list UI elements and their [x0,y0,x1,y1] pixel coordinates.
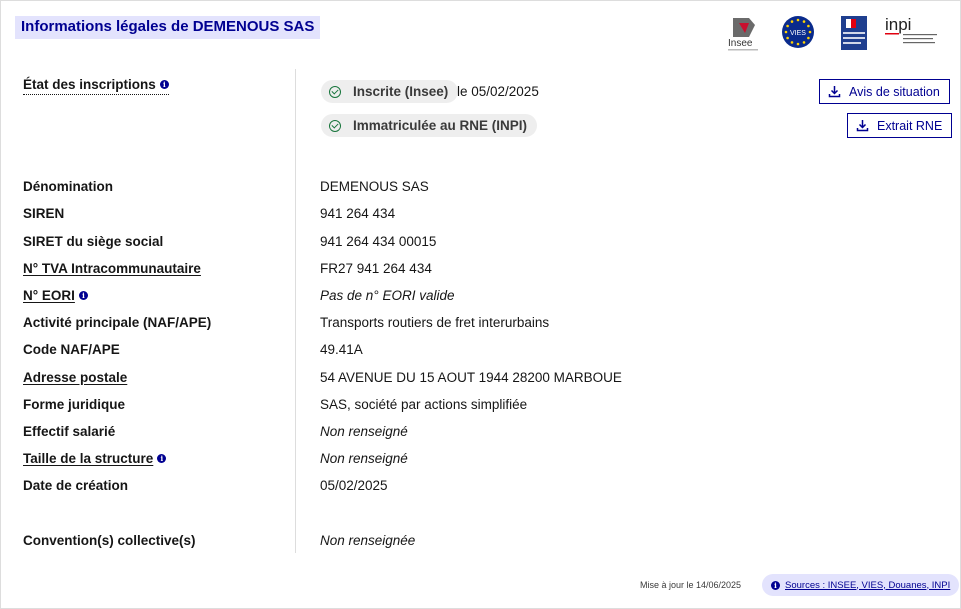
extrait-rne-label: Extrait RNE [877,118,943,133]
inpi-logo: inpi [885,15,939,49]
rne-status-badge: Immatriculée au RNE (INPI) [321,114,538,137]
download-icon [856,120,869,132]
insee-logo: Insee [727,15,761,53]
value-adresse: 54 AVENUE DU 15 AOUT 1944 28200 MARBOUE [320,370,622,385]
value-activite: Transports routiers de fret interurbains [320,315,550,330]
label-convention: Convention(s) collective(s) [23,533,196,548]
avis-situation-button[interactable]: Avis de situation [819,79,950,104]
info-icon[interactable]: i [157,454,167,463]
value-denomination: DEMENOUS SAS [320,179,429,194]
insee-status-badge: Inscrite (Insee) [321,80,459,103]
value-siren: 941 264 434 [320,206,396,221]
label-code-naf: Code NAF/APE [23,342,120,357]
info-icon[interactable]: i [78,291,88,300]
insee-logo-text: Insee [728,38,753,49]
label-effectif: Effectif salarié [23,424,116,439]
value-forme-juridique: SAS, société par actions simplifiée [320,397,528,412]
rne-status-label: Immatriculée au RNE (INPI) [353,118,528,133]
vies-logo: VIES [781,15,815,49]
page-title: Informations légales de DEMENOUS SAS [21,18,315,35]
source-logos: Insee VIES inpi [727,15,942,53]
label-activite: Activité principale (NAF/APE) [23,315,212,330]
column-divider [295,69,296,553]
label-etat-inscriptions[interactable]: État des inscriptions i [23,76,169,95]
check-circle-icon [329,119,341,132]
update-date: Mise à jour le 14/06/2025 [640,580,742,590]
label-siren: SIREN [23,206,65,221]
info-icon: i [771,580,780,590]
label-tva-link[interactable]: N° TVA Intracommunautaire [23,260,201,278]
label-taille-link[interactable]: Taille de la structure i [23,450,167,468]
label-etat-inscriptions-text: État des inscriptions [23,77,156,92]
check-circle-icon [329,85,341,98]
label-taille-text: Taille de la structure [23,451,154,466]
label-adresse-link[interactable]: Adresse postale [23,369,127,387]
insee-status-label: Inscrite (Insee) [353,84,449,99]
label-eori-text: N° EORI [23,288,75,303]
sources-link[interactable]: i Sources : INSEE, VIES, Douanes, INPI [762,574,960,596]
legal-info-card: Informations légales de DEMENOUS SAS Ins… [0,0,961,609]
value-eori: Pas de n° EORI valide [320,288,455,303]
extrait-rne-button[interactable]: Extrait RNE [847,113,953,138]
value-code-naf: 49.41A [320,342,363,357]
value-date-creation: 05/02/2025 [320,478,388,493]
label-forme-juridique: Forme juridique [23,397,126,412]
value-siret: 941 264 434 00015 [320,234,437,249]
label-eori-link[interactable]: N° EORI i [23,287,88,305]
value-convention: Non renseignée [320,533,416,548]
label-date-creation: Date de création [23,478,129,493]
label-denomination: Dénomination [23,179,113,194]
download-icon [828,86,841,98]
value-tva: FR27 941 264 434 [320,261,432,276]
value-taille: Non renseigné [320,451,408,466]
inpi-logo-text: inpi [885,15,911,34]
value-effectif: Non renseigné [320,424,408,439]
title-highlight: Informations légales de DEMENOUS SAS [15,16,321,39]
douanes-logo [840,15,868,51]
info-icon[interactable]: i [159,80,169,89]
insee-status-date: le 05/02/2025 [457,84,539,99]
label-siret: SIRET du siège social [23,234,164,249]
sources-label: Sources : INSEE, VIES, Douanes, INPI [785,579,951,591]
vies-logo-text: VIES [790,30,806,37]
avis-situation-label: Avis de situation [849,84,940,99]
